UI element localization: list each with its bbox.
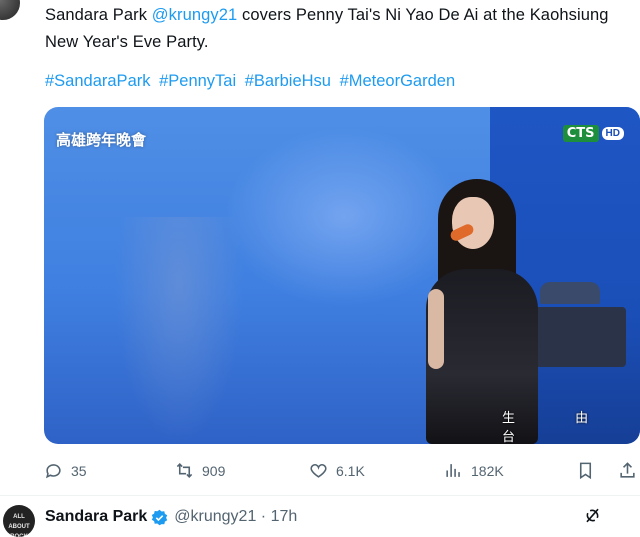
tweet-actions: 35 909 6.1K 182K (44, 461, 635, 483)
hashtag-list: #SandaraPark #PennyTai #BarbieHsu #Meteo… (45, 69, 459, 93)
bookmark-icon (579, 462, 592, 480)
broadcast-logo: 高雄跨年晚會 (56, 131, 147, 149)
singer-figure (422, 179, 542, 444)
grok-icon[interactable] (583, 506, 602, 525)
next-tweet-handle-time[interactable]: @krungy21 · 17h (174, 508, 297, 526)
reply-button[interactable]: 35 (44, 461, 87, 480)
tweet-author-name[interactable]: Sandara Park (45, 6, 147, 24)
retweet-button[interactable]: 909 (175, 461, 225, 480)
hashtag-link[interactable]: #SandaraPark (45, 72, 151, 90)
next-tweet-author-name[interactable]: Sandara Park (45, 508, 147, 526)
retweet-count: 909 (202, 462, 226, 479)
heart-icon (310, 463, 327, 478)
tweet-media-image[interactable]: 高雄跨年晚會 CTS HD 生 由 台 (44, 107, 640, 444)
bookmark-button[interactable] (576, 461, 603, 480)
hashtag-link[interactable]: #BarbieHsu (245, 72, 331, 90)
channel-logo-text: CTS (562, 125, 599, 142)
hashtag-link[interactable]: #MeteorGarden (340, 72, 456, 90)
video-subtitle: 生 由 台 (502, 411, 617, 444)
retweet-icon (176, 463, 193, 478)
reply-count: 35 (71, 462, 87, 479)
views-button[interactable]: 182K (444, 461, 504, 480)
mention-link[interactable]: @krungy21 (152, 6, 238, 24)
tweet-divider (0, 495, 640, 496)
tweet-text-part: covers Penny Tai's Ni Yao De Ai at the K… (237, 6, 609, 24)
like-count: 6.1K (336, 462, 365, 479)
like-button[interactable]: 6.1K (309, 461, 365, 480)
tweet-text: Sandara Park @krungy21 covers Penny Tai'… (45, 2, 625, 56)
hashtag-link[interactable]: #PennyTai (159, 72, 236, 90)
channel-logo: CTS HD (562, 125, 624, 142)
views-count: 182K (471, 462, 504, 479)
views-icon (446, 464, 460, 477)
next-tweet-header: Sandara Park @krungy21 · 17h (45, 508, 297, 526)
stage-equipment (540, 282, 600, 304)
avatar[interactable] (0, 0, 20, 20)
avatar-text: ALL ABOUT ROCK (8, 514, 30, 537)
share-button[interactable] (618, 461, 640, 480)
channel-hd-badge: HD (601, 127, 624, 140)
avatar[interactable]: ALL ABOUT ROCK (3, 505, 35, 537)
reply-icon (45, 464, 61, 479)
screen-figure (114, 217, 244, 444)
tweet-text-line2: New Year's Eve Party. (45, 33, 209, 51)
share-icon (620, 462, 635, 478)
verified-badge-icon (152, 509, 168, 525)
